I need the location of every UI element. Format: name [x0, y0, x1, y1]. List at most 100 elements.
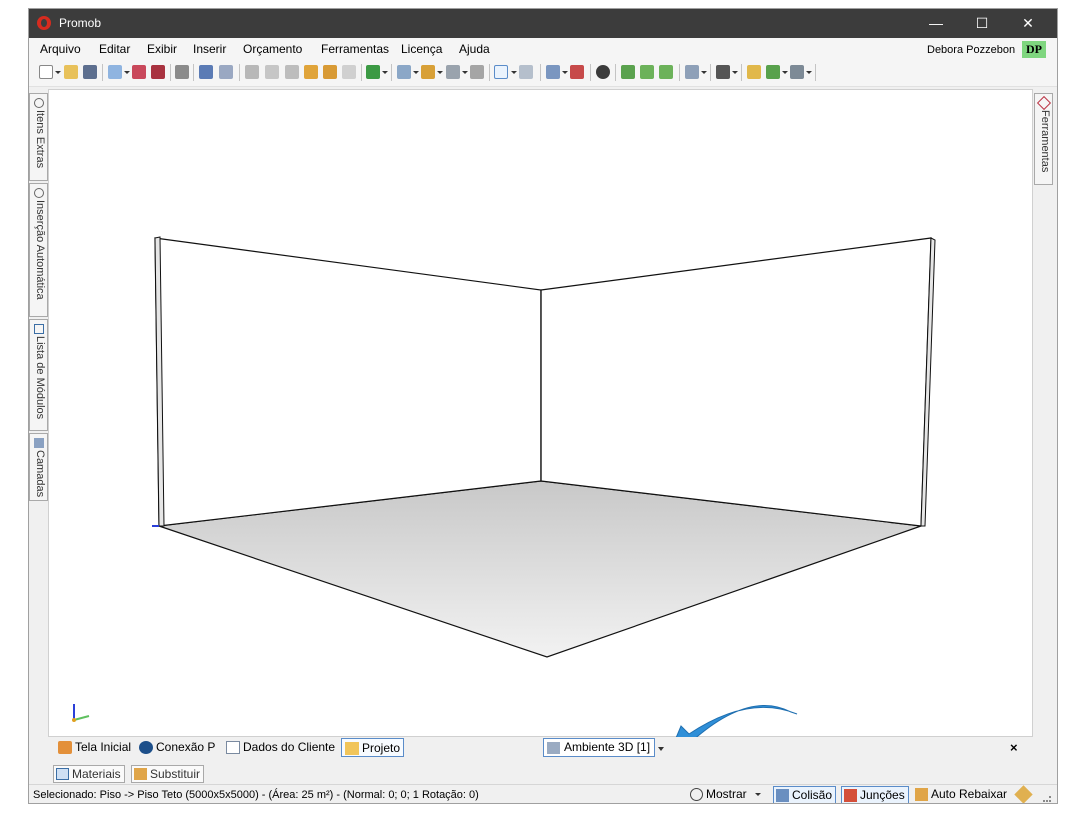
brush-icon[interactable] [323, 65, 337, 79]
cube-dropdown-icon[interactable] [732, 71, 738, 74]
wrench-icon[interactable] [1014, 785, 1033, 803]
price-icon[interactable] [366, 65, 380, 79]
folder-open-icon [345, 742, 359, 755]
walk-icon[interactable] [766, 65, 780, 79]
arrow-right-icon[interactable] [659, 65, 673, 79]
copy-icon[interactable] [265, 65, 279, 79]
close-tab-button[interactable]: × [1010, 740, 1018, 755]
link-icon [34, 188, 44, 198]
auto-rebaixar-toggle[interactable]: Auto Rebaixar [913, 786, 1010, 803]
photo-dropdown-icon[interactable] [806, 71, 812, 74]
rotate-view-icon[interactable] [621, 65, 635, 79]
menu-orcamento[interactable]: Orçamento [243, 42, 302, 56]
dimension-icon[interactable] [570, 65, 584, 79]
arrow-left-icon[interactable] [640, 65, 654, 79]
side-tab-label: Inserção Automática [34, 200, 46, 300]
tab-dados-do-cliente[interactable]: Dados do Cliente [223, 738, 338, 757]
toolbar-separator [615, 64, 616, 81]
menu-editar[interactable]: Editar [99, 42, 130, 56]
select-cursor-icon[interactable] [494, 65, 508, 79]
3d-room-scene[interactable] [49, 90, 1034, 738]
tab-tela-inicial[interactable]: Tela Inicial [55, 738, 134, 757]
layers-dropdown-icon[interactable] [562, 71, 568, 74]
tab-materiais[interactable]: Materiais [53, 765, 125, 783]
left-wall[interactable] [154, 237, 542, 527]
menu-ajuda[interactable]: Ajuda [459, 42, 490, 56]
menu-arquivo[interactable]: Arquivo [40, 42, 81, 56]
menu-inserir[interactable]: Inserir [193, 42, 226, 56]
render-icon[interactable] [132, 65, 146, 79]
layers-icon[interactable] [546, 65, 560, 79]
tab-projeto[interactable]: Projeto [341, 738, 405, 757]
tools-icon [1036, 95, 1052, 111]
paint-icon[interactable] [304, 65, 318, 79]
side-tab-insercao-automatica[interactable]: Inserção Automática [29, 183, 48, 317]
layout-icon[interactable] [421, 65, 435, 79]
shape-dropdown-icon[interactable] [462, 71, 468, 74]
ambiente-selector[interactable]: Ambiente 3D [1] [543, 738, 656, 757]
junctions-icon [844, 789, 857, 802]
walk-dropdown-icon[interactable] [782, 71, 788, 74]
user-name[interactable]: Debora Pozzebon [927, 44, 1015, 56]
tab-conexao-p[interactable]: Conexão P [136, 738, 218, 757]
window-title: Promob [59, 16, 102, 30]
import-icon[interactable] [108, 65, 122, 79]
print-icon[interactable] [175, 65, 189, 79]
new-file-dropdown-icon[interactable] [55, 71, 61, 74]
maximize-button[interactable]: ☐ [959, 9, 1005, 38]
menu-ferramentas[interactable]: Ferramentas [321, 42, 389, 56]
side-tab-lista-de-modulos[interactable]: Lista de Módulos [29, 319, 48, 431]
new-file-icon[interactable] [39, 65, 53, 79]
photo-icon[interactable] [790, 65, 804, 79]
colisao-toggle[interactable]: Colisão [773, 786, 837, 803]
side-tab-label: Camadas [34, 450, 46, 498]
side-tab-camadas[interactable]: Camadas [29, 433, 48, 501]
minimize-button[interactable]: — [913, 9, 959, 38]
save-icon[interactable] [83, 65, 97, 79]
eye-icon[interactable] [596, 65, 610, 79]
mostrar-button[interactable]: Mostrar [688, 786, 764, 803]
render-settings-icon[interactable] [151, 65, 165, 79]
light-icon[interactable] [747, 65, 761, 79]
promob-window: Promob — ☐ ✕ Arquivo Editar Exibir Inser… [28, 8, 1058, 804]
undo-icon[interactable] [199, 65, 213, 79]
user-avatar[interactable]: DP [1022, 41, 1046, 58]
status-bar: Selecionado: Piso -> Piso Teto (5000x5x5… [29, 784, 1057, 803]
cut-icon[interactable] [245, 65, 259, 79]
right-wall[interactable] [540, 237, 932, 527]
camera-view-dropdown-icon[interactable] [701, 71, 707, 74]
select-dropdown-icon[interactable] [511, 71, 517, 74]
cube-icon[interactable] [716, 65, 730, 79]
menu-licenca[interactable]: Licença [401, 42, 442, 56]
delete-icon[interactable] [342, 65, 356, 79]
side-tab-itens-extras[interactable]: Itens Extras [29, 93, 48, 181]
right-side-tabs: Ferramentas [1034, 89, 1053, 739]
chevron-down-icon[interactable] [658, 747, 664, 751]
document-tabs: Tela Inicial Conexão P Dados do Cliente … [48, 737, 1033, 759]
camera-view-icon[interactable] [685, 65, 699, 79]
tab-substituir[interactable]: Substituir [131, 765, 205, 783]
paste-icon[interactable] [285, 65, 299, 79]
3d-viewport[interactable] [48, 89, 1034, 738]
view-mode-icon[interactable] [397, 65, 411, 79]
panel-icon[interactable] [470, 65, 484, 79]
view-mode-dropdown-icon[interactable] [413, 71, 419, 74]
open-folder-icon[interactable] [64, 65, 78, 79]
auto-lower-icon [915, 788, 928, 801]
layers-icon [34, 438, 44, 448]
import-dropdown-icon[interactable] [124, 71, 130, 74]
home-icon [58, 741, 72, 754]
tab-label: Projeto [362, 741, 401, 755]
toolbar-separator [361, 64, 362, 81]
redo-icon[interactable] [219, 65, 233, 79]
side-tab-ferramentas[interactable]: Ferramentas [1034, 93, 1053, 185]
side-tab-label: Lista de Módulos [34, 336, 46, 420]
measure-icon[interactable] [519, 65, 533, 79]
menu-exibir[interactable]: Exibir [147, 42, 177, 56]
juncoes-toggle[interactable]: Junções [841, 786, 909, 803]
close-window-button[interactable]: ✕ [1005, 9, 1051, 38]
layout-dropdown-icon[interactable] [437, 71, 443, 74]
price-dropdown-icon[interactable] [382, 71, 388, 74]
resize-grip-icon[interactable] [1043, 796, 1051, 802]
shape-icon[interactable] [446, 65, 460, 79]
